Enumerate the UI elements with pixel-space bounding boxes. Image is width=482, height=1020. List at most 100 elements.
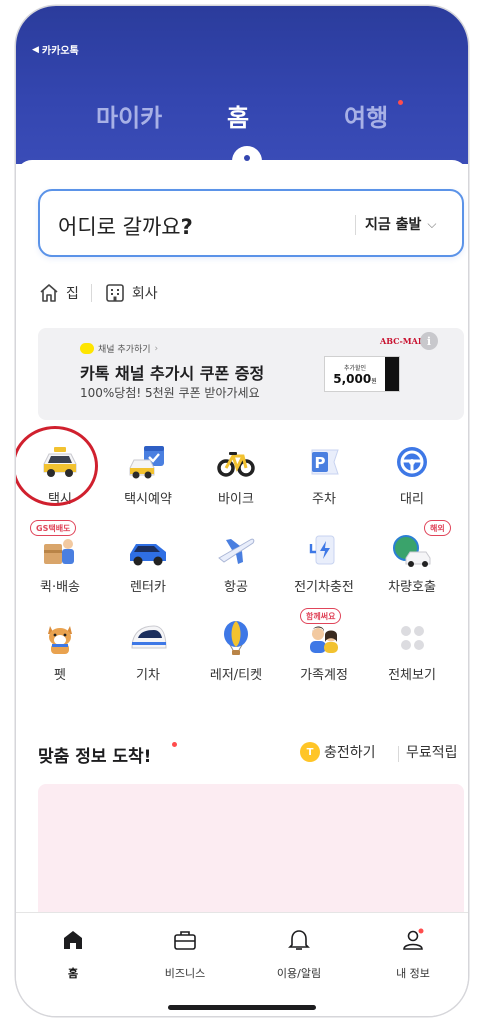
nav-business-label: 비즈니스 [164,967,206,980]
service-taxi-reservation[interactable]: 택시예약 [104,440,192,518]
back-to-kakaotalk-link[interactable]: ◀ 카카오톡 [32,42,79,58]
balloon-icon [224,621,248,655]
quick-place-office[interactable]: 회사 [104,282,158,304]
search-divider [355,215,356,235]
nav-home[interactable]: 홈 [28,927,118,981]
service-leisure-ticket[interactable]: 레저/티켓 [192,616,280,694]
quick-places: 집 회사 [38,278,158,308]
banner-subtitle: 100%당첨! 5천원 쿠폰 받아가세요 [80,386,260,400]
parking-icon: P [311,449,339,475]
coupon-amount-value: 5,000 [333,371,372,386]
recommendation-new-dot [172,742,177,747]
banner-title: 카톡 채널 추가시 쿠폰 증정 [80,364,265,383]
airplane-icon [218,538,255,564]
tab-mycar[interactable]: 마이카 [96,98,162,133]
service-label: 전기차충전 [294,580,354,595]
banner-channel-label: 채널 추가하기 › [80,342,158,355]
travel-new-dot [398,100,403,105]
service-train[interactable]: 기차 [104,616,192,694]
kakao-chat-icon [80,343,94,354]
delivery-icon [44,539,74,564]
taxi-reservation-icon [129,446,164,479]
quick-place-divider [90,284,92,302]
service-label: 대리 [400,492,424,507]
service-view-all[interactable]: 전체보기 [368,616,456,694]
gs-delivery-badge: GS택배도 [30,520,77,536]
service-label: 레저/티켓 [209,668,263,683]
bell-icon [288,930,310,950]
recommendation-title: 맞춤 정보 도착! [38,747,152,767]
bottom-navigation: 홈 비즈니스 이용/알림 내 정보 [16,912,468,1016]
ad-banner[interactable]: 채널 추가하기 › 카톡 채널 추가시 쿠폰 증정 100%당첨! 5천원 쿠폰… [38,328,464,420]
free-points-button[interactable]: 무료적립 [406,742,458,762]
quick-place-home-label: 집 [66,286,79,302]
service-label: 가족계정 [300,668,348,683]
service-bike[interactable]: 바이크 [192,440,280,518]
home-outline-icon [40,284,58,302]
back-arrow-icon: ◀ [32,44,39,55]
bike-icon [217,452,255,477]
service-label: 렌터카 [130,580,166,595]
departure-time-select[interactable]: 지금 출발 ⌵ [365,214,437,234]
car-call-icon [393,535,431,567]
svg-text:P: P [315,454,326,472]
destination-prompt-text: 어디로 갈까요 [58,215,181,239]
service-label: 주차 [312,492,336,507]
coupon-image: 추가할인 5,000원 [324,356,400,392]
ev-charger-icon [309,535,335,565]
feed-divider [398,746,399,762]
service-pet[interactable]: 펫 [16,616,104,694]
destination-prompt-punct: ? [180,215,193,239]
service-parking[interactable]: P 주차 [280,440,368,518]
back-link-label: 카카오톡 [41,46,79,57]
service-label: 기차 [136,668,160,683]
top-header: ◀ 카카오톡 마이카 홈 여행 [16,6,468,164]
main-content: 어디로 갈까요? 지금 출발 ⌵ 집 회사 채널 추가하기 › 카톡 채널 추가… [16,146,468,984]
charge-button[interactable]: T 충전하기 [300,742,376,762]
chevron-down-icon: ⌵ [427,216,437,231]
service-label: 차량호출 [388,580,436,595]
steering-wheel-icon [397,447,427,477]
nav-my-info[interactable]: 내 정보 [368,927,458,981]
top-tab-bar: 마이카 홈 여행 [16,98,468,138]
chevron-right-icon: › [154,343,159,354]
t-point-coin-icon: T [300,742,320,762]
tab-home[interactable]: 홈 [227,98,249,133]
service-quick-delivery[interactable]: GS택배도 퀵·배송 [16,520,104,606]
coupon-stub [385,357,399,391]
quick-place-office-label: 회사 [131,286,158,302]
service-label: 전체보기 [388,668,436,683]
quick-place-home[interactable]: 집 [38,282,79,304]
pet-icon [48,626,72,654]
service-car-call-overseas[interactable]: 해외 차량호출 [368,520,456,606]
taxi-highlight-circle [16,426,98,506]
overseas-badge: 해외 [424,520,451,536]
destination-prompt: 어디로 갈까요? [58,211,193,241]
service-family-account[interactable]: 함께써요 가족계정 [280,608,368,694]
rental-car-icon [130,544,166,566]
home-icon [64,931,82,949]
destination-search-box[interactable]: 어디로 갈까요? 지금 출발 ⌵ [38,189,464,257]
service-ev-charging[interactable]: 전기차충전 [280,528,368,606]
departure-time-label: 지금 출발 [365,217,422,233]
view-all-icon [401,626,424,650]
person-icon [403,928,424,950]
tab-travel[interactable]: 여행 [344,98,388,133]
briefcase-icon [174,931,196,950]
home-indicator-bar [168,1005,316,1010]
charge-label: 충전하기 [324,745,376,761]
coupon-small-text: 추가할인 [343,364,367,372]
nav-usage-alerts[interactable]: 이용/알림 [254,927,344,981]
service-designated-driver[interactable]: 대리 [368,440,456,518]
service-label: 퀵·배송 [39,580,80,595]
service-rental-car[interactable]: 렌터카 [104,528,192,606]
service-label: 펫 [54,668,66,683]
service-label: 바이크 [218,492,254,507]
nav-business[interactable]: 비즈니스 [140,927,230,981]
phone-screen: ◀ 카카오톡 마이카 홈 여행 어디로 갈까요? 지금 출발 ⌵ 집 회사 채널… [16,6,468,1016]
service-label: 항공 [224,580,248,595]
ad-info-icon[interactable]: i [420,332,438,350]
service-flight[interactable]: 항공 [192,528,280,606]
active-tab-dot [244,155,250,161]
tab-indicator-notch [232,146,262,176]
